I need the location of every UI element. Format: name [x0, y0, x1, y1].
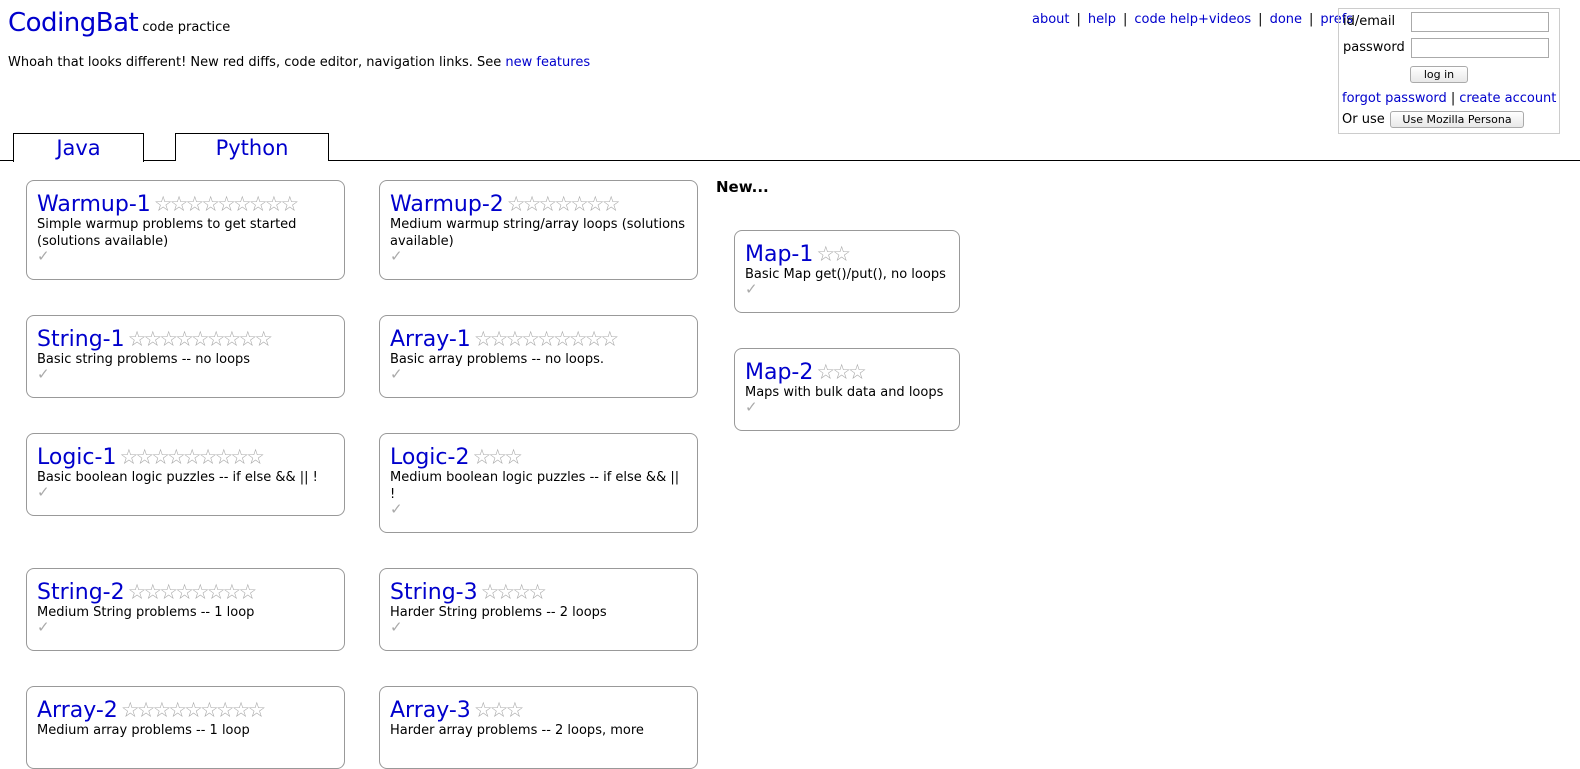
card-description: Harder String problems -- 2 loops	[390, 605, 607, 620]
card-title-link[interactable]: String-2	[37, 580, 125, 605]
checkmark-icon: ✓	[390, 365, 403, 383]
nav-about-link[interactable]: about	[1032, 12, 1070, 27]
login-panel: id/email password log in forgot password…	[1338, 8, 1560, 134]
star-rating: ☆☆☆☆☆☆☆☆☆	[127, 327, 273, 351]
card-title-link[interactable]: Array-2	[37, 698, 118, 723]
card-title-link[interactable]: Warmup-2	[390, 192, 504, 217]
star-rating: ☆☆☆	[816, 360, 867, 384]
new-section-heading: New...	[716, 178, 769, 196]
card-description: Basic array problems -- no loops.	[390, 352, 604, 367]
card-description: Maps with bulk data and loops	[745, 385, 944, 400]
password-input[interactable]	[1411, 38, 1549, 58]
tab-java[interactable]: Java	[13, 133, 144, 162]
card-string-2: String-2 ☆☆☆☆☆☆☆☆ Medium String problems …	[26, 568, 345, 651]
card-description: Basic Map get()/put(), no loops	[745, 267, 946, 282]
checkmark-icon: ✓	[37, 618, 50, 636]
star-rating: ☆☆☆☆☆☆☆☆☆	[473, 327, 619, 351]
star-rating: ☆☆☆☆☆☆☆☆☆	[119, 445, 264, 469]
card-array-1: Array-1 ☆☆☆☆☆☆☆☆☆ Basic array problems --…	[379, 315, 698, 398]
password-label: password	[1343, 40, 1405, 55]
account-links-separator: |	[1450, 91, 1456, 106]
card-description: Basic string problems -- no loops	[37, 352, 251, 367]
or-use-label: Or use	[1342, 112, 1385, 127]
star-rating: ☆☆☆☆☆☆☆☆☆	[153, 192, 299, 216]
site-header: CodingBat code practice	[8, 8, 230, 38]
id-email-input[interactable]	[1411, 12, 1549, 32]
checkmark-icon: ✓	[745, 280, 758, 298]
card-description: Medium String problems -- 1 loop	[37, 605, 255, 620]
nav-separator: |	[1258, 12, 1263, 27]
card-array-2: Array-2 ☆☆☆☆☆☆☆☆☆ Medium array problems -…	[26, 686, 345, 769]
site-logo[interactable]: CodingBat	[8, 8, 139, 38]
persona-button[interactable]: Use Mozilla Persona	[1390, 111, 1524, 128]
card-description: Basic boolean logic puzzles -- if else &…	[37, 470, 318, 485]
card-string-1: String-1 ☆☆☆☆☆☆☆☆☆ Basic string problems …	[26, 315, 345, 398]
login-button[interactable]: log in	[1410, 66, 1468, 83]
checkmark-icon: ✓	[390, 618, 403, 636]
star-rating: ☆☆☆☆☆☆☆☆	[127, 580, 258, 604]
star-rating: ☆☆☆☆	[480, 580, 547, 604]
checkmark-icon: ✓	[37, 365, 50, 383]
card-logic-1: Logic-1 ☆☆☆☆☆☆☆☆☆ Basic boolean logic puz…	[26, 433, 345, 516]
create-account-link[interactable]: create account	[1459, 91, 1556, 106]
card-title-link[interactable]: Logic-2	[390, 445, 469, 470]
checkmark-icon: ✓	[745, 398, 758, 416]
card-description: Harder array problems -- 2 loops, more	[390, 723, 644, 738]
card-logic-2: Logic-2 ☆☆☆ Medium boolean logic puzzles …	[379, 433, 698, 533]
forgot-password-link[interactable]: forgot password	[1342, 91, 1447, 106]
nav-done-link[interactable]: done	[1270, 12, 1302, 27]
id-email-label: id/email	[1343, 14, 1396, 29]
card-title-link[interactable]: Map-1	[745, 242, 813, 267]
card-string-3: String-3 ☆☆☆☆ Harder String problems -- 2…	[379, 568, 698, 651]
nav-separator: |	[1123, 12, 1128, 27]
star-rating: ☆☆☆	[473, 698, 525, 722]
card-description: Medium warmup string/array loops (soluti…	[390, 217, 686, 249]
checkmark-icon: ✓	[37, 247, 50, 265]
nav-code-help-videos-link[interactable]: code help+videos	[1134, 12, 1251, 27]
account-links: forgot password | create account	[1342, 91, 1556, 106]
news-text: Whoah that looks different! New red diff…	[8, 55, 506, 70]
card-title-link[interactable]: Array-1	[390, 327, 471, 352]
site-tagline: code practice	[142, 20, 231, 35]
card-description: Simple warmup problems to get started (s…	[37, 217, 297, 249]
card-array-3: Array-3 ☆☆☆ Harder array problems -- 2 lo…	[379, 686, 698, 769]
star-rating: ☆☆	[816, 242, 851, 266]
checkmark-icon: ✓	[37, 483, 50, 501]
top-nav: about | help | code help+videos | done | prefs	[1032, 12, 1353, 27]
card-warmup-1: Warmup-1 ☆☆☆☆☆☆☆☆☆ Simple warmup problems…	[26, 180, 345, 280]
card-description: Medium boolean logic puzzles -- if else …	[390, 470, 680, 502]
card-title-link[interactable]: Array-3	[390, 698, 471, 723]
nav-separator: |	[1076, 12, 1081, 27]
persona-row: Or use	[1342, 112, 1385, 127]
star-rating: ☆☆☆☆☆☆☆☆☆	[120, 698, 266, 722]
checkmark-icon: ✓	[390, 500, 403, 518]
tab-python[interactable]: Python	[175, 133, 329, 161]
card-title-link[interactable]: Logic-1	[37, 445, 116, 470]
star-rating: ☆☆☆	[472, 445, 523, 469]
card-title-link[interactable]: Map-2	[745, 360, 813, 385]
checkmark-icon: ✓	[390, 247, 403, 265]
new-features-link[interactable]: new features	[505, 55, 590, 70]
card-map-1: Map-1 ☆☆ Basic Map get()/put(), no loops …	[734, 230, 960, 313]
card-warmup-2: Warmup-2 ☆☆☆☆☆☆☆ Medium warmup string/arr…	[379, 180, 698, 280]
card-description: Medium array problems -- 1 loop	[37, 723, 250, 738]
card-title-link[interactable]: Warmup-1	[37, 192, 151, 217]
card-map-2: Map-2 ☆☆☆ Maps with bulk data and loops ✓	[734, 348, 960, 431]
nav-help-link[interactable]: help	[1088, 12, 1116, 27]
card-title-link[interactable]: String-3	[390, 580, 478, 605]
card-title-link[interactable]: String-1	[37, 327, 125, 352]
nav-separator: |	[1309, 12, 1314, 27]
star-rating: ☆☆☆☆☆☆☆	[506, 192, 621, 216]
news-banner: Whoah that looks different! New red diff…	[8, 55, 590, 70]
